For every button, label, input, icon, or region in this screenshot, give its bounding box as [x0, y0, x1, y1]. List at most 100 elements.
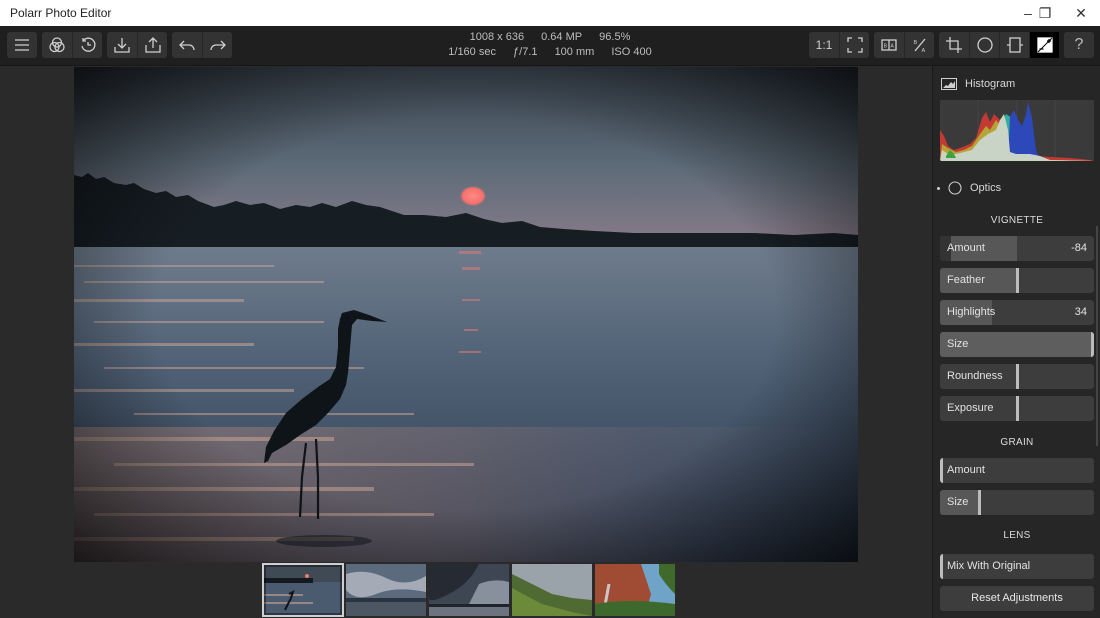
crop-button[interactable] — [939, 32, 969, 58]
history-group — [172, 32, 232, 58]
hamburger-icon — [15, 39, 29, 51]
image-megapixels: 0.64 MP — [541, 31, 583, 43]
histogram-icon — [941, 78, 957, 90]
history-icon — [80, 37, 96, 52]
download-icon — [114, 38, 130, 53]
optics-lens-icon — [948, 181, 962, 195]
optics-label: Optics — [970, 182, 1002, 194]
slider-handle[interactable] — [940, 458, 943, 483]
redo-arrow-icon — [209, 40, 226, 51]
svg-text:A: A — [891, 44, 895, 50]
vignette-feather-slider[interactable]: Feather — [940, 268, 1094, 293]
file-group — [107, 32, 167, 58]
compare-group: BA BA — [874, 32, 934, 58]
thumbnail-image — [346, 564, 426, 616]
slider-handle[interactable] — [940, 554, 943, 579]
filmstrip — [262, 563, 675, 617]
history-button[interactable] — [72, 32, 102, 58]
thumbnail-red-cliff[interactable] — [595, 564, 675, 616]
adjust-button[interactable] — [1029, 32, 1059, 58]
histogram-graph — [940, 100, 1094, 161]
svg-text:B: B — [913, 40, 917, 46]
tools-group — [939, 32, 1059, 58]
image-zoom: 96.5% — [599, 31, 631, 43]
fullscreen-button[interactable] — [839, 32, 869, 58]
zoom-1-1-button[interactable]: 1:1 — [809, 32, 839, 58]
image-dimensions: 1008 x 636 — [469, 31, 525, 43]
before-after-side-icon: BA — [881, 39, 897, 51]
vignette-amount-slider[interactable]: Amount -84 — [940, 236, 1094, 261]
vignette-highlights-slider[interactable]: Highlights 34 — [940, 300, 1094, 325]
svg-text:A: A — [921, 48, 925, 54]
help-button[interactable]: ? — [1064, 32, 1094, 58]
exif-focal-length: 100 mm — [554, 46, 595, 58]
thumbnail-clouds-lake[interactable] — [346, 564, 426, 616]
exposure-adjust-icon — [1036, 37, 1053, 53]
thumbnail-image — [263, 564, 343, 616]
exif-shutter: 1/160 sec — [448, 46, 496, 58]
slider-label: Size — [947, 338, 969, 350]
vignette-roundness-slider[interactable]: Roundness — [940, 364, 1094, 389]
optics-header[interactable]: Optics — [937, 181, 1001, 195]
grain-amount-slider[interactable]: Amount — [940, 458, 1094, 483]
exif-aperture: ƒ/7.1 — [513, 46, 538, 58]
thumbnail-heron[interactable] — [262, 563, 344, 617]
close-button[interactable]: ✕ — [1063, 0, 1099, 26]
undo-button[interactable] — [172, 32, 202, 58]
fullscreen-icon — [846, 37, 863, 53]
slider-handle[interactable] — [978, 490, 981, 515]
section-title-vignette: VIGNETTE — [990, 215, 1044, 226]
mix-with-original-slider[interactable]: Mix With Original — [940, 554, 1094, 579]
app-title: Polarr Photo Editor — [10, 6, 112, 20]
grain-size-slider[interactable]: Size — [940, 490, 1094, 515]
section-title-lens: LENS — [1003, 530, 1031, 541]
photo-canvas[interactable] — [74, 67, 858, 562]
filters-button[interactable] — [42, 32, 72, 58]
restore-button[interactable]: ❐ — [1027, 0, 1063, 26]
local-adjust-button[interactable] — [969, 32, 999, 58]
menu-group — [7, 32, 37, 58]
heron-photo — [74, 67, 858, 562]
slider-label: Highlights — [947, 306, 996, 318]
thumbnail-stormy-sky[interactable] — [429, 564, 509, 616]
thumbnail-green-mountains[interactable] — [512, 564, 592, 616]
restore-icon: ❐ — [1038, 4, 1052, 21]
slider-handle[interactable] — [1091, 332, 1094, 357]
vignette-size-slider[interactable]: Size — [940, 332, 1094, 357]
zoom-1-1-label: 1:1 — [815, 38, 833, 52]
before-after-split-icon: BA — [913, 38, 925, 54]
slider-handle[interactable] — [1016, 396, 1019, 421]
reset-adjustments-button[interactable]: Reset Adjustments — [940, 586, 1094, 611]
help-icon: ? — [1074, 36, 1084, 53]
close-icon: ✕ — [1075, 4, 1087, 21]
toolbar: 1008 x 636 0.64 MP 96.5% 1/160 sec ƒ/7.1… — [0, 26, 1100, 66]
histogram — [940, 100, 1094, 161]
frame-button[interactable] — [999, 32, 1029, 58]
exif-iso: ISO 400 — [611, 46, 652, 58]
slider-value: -84 — [1071, 242, 1087, 254]
slider-handle[interactable] — [1016, 364, 1019, 389]
thumbnail-image — [595, 564, 675, 616]
circle-icon — [976, 37, 993, 53]
vignette-exposure-slider[interactable]: Exposure — [940, 396, 1094, 421]
frame-icon — [1006, 37, 1023, 53]
menu-button[interactable] — [7, 32, 37, 58]
histogram-label: Histogram — [965, 78, 1016, 90]
slider-label: Roundness — [947, 370, 1003, 382]
share-icon — [144, 37, 161, 53]
slider-value: 34 — [1074, 306, 1087, 318]
thumbnail-image — [512, 564, 592, 616]
slider-handle[interactable] — [1016, 268, 1019, 293]
color-circles-icon — [49, 37, 65, 53]
slider-label: Amount — [947, 242, 985, 254]
import-button[interactable] — [107, 32, 137, 58]
compare-split-button[interactable]: BA — [904, 32, 934, 58]
slider-label: Size — [947, 496, 969, 508]
redo-button[interactable] — [202, 32, 232, 58]
thumbnail-image — [429, 564, 509, 616]
panel-scrollbar[interactable] — [1096, 226, 1098, 446]
filters-group — [42, 32, 102, 58]
compare-side-button[interactable]: BA — [874, 32, 904, 58]
svg-text:B: B — [884, 44, 888, 50]
export-button[interactable] — [137, 32, 167, 58]
